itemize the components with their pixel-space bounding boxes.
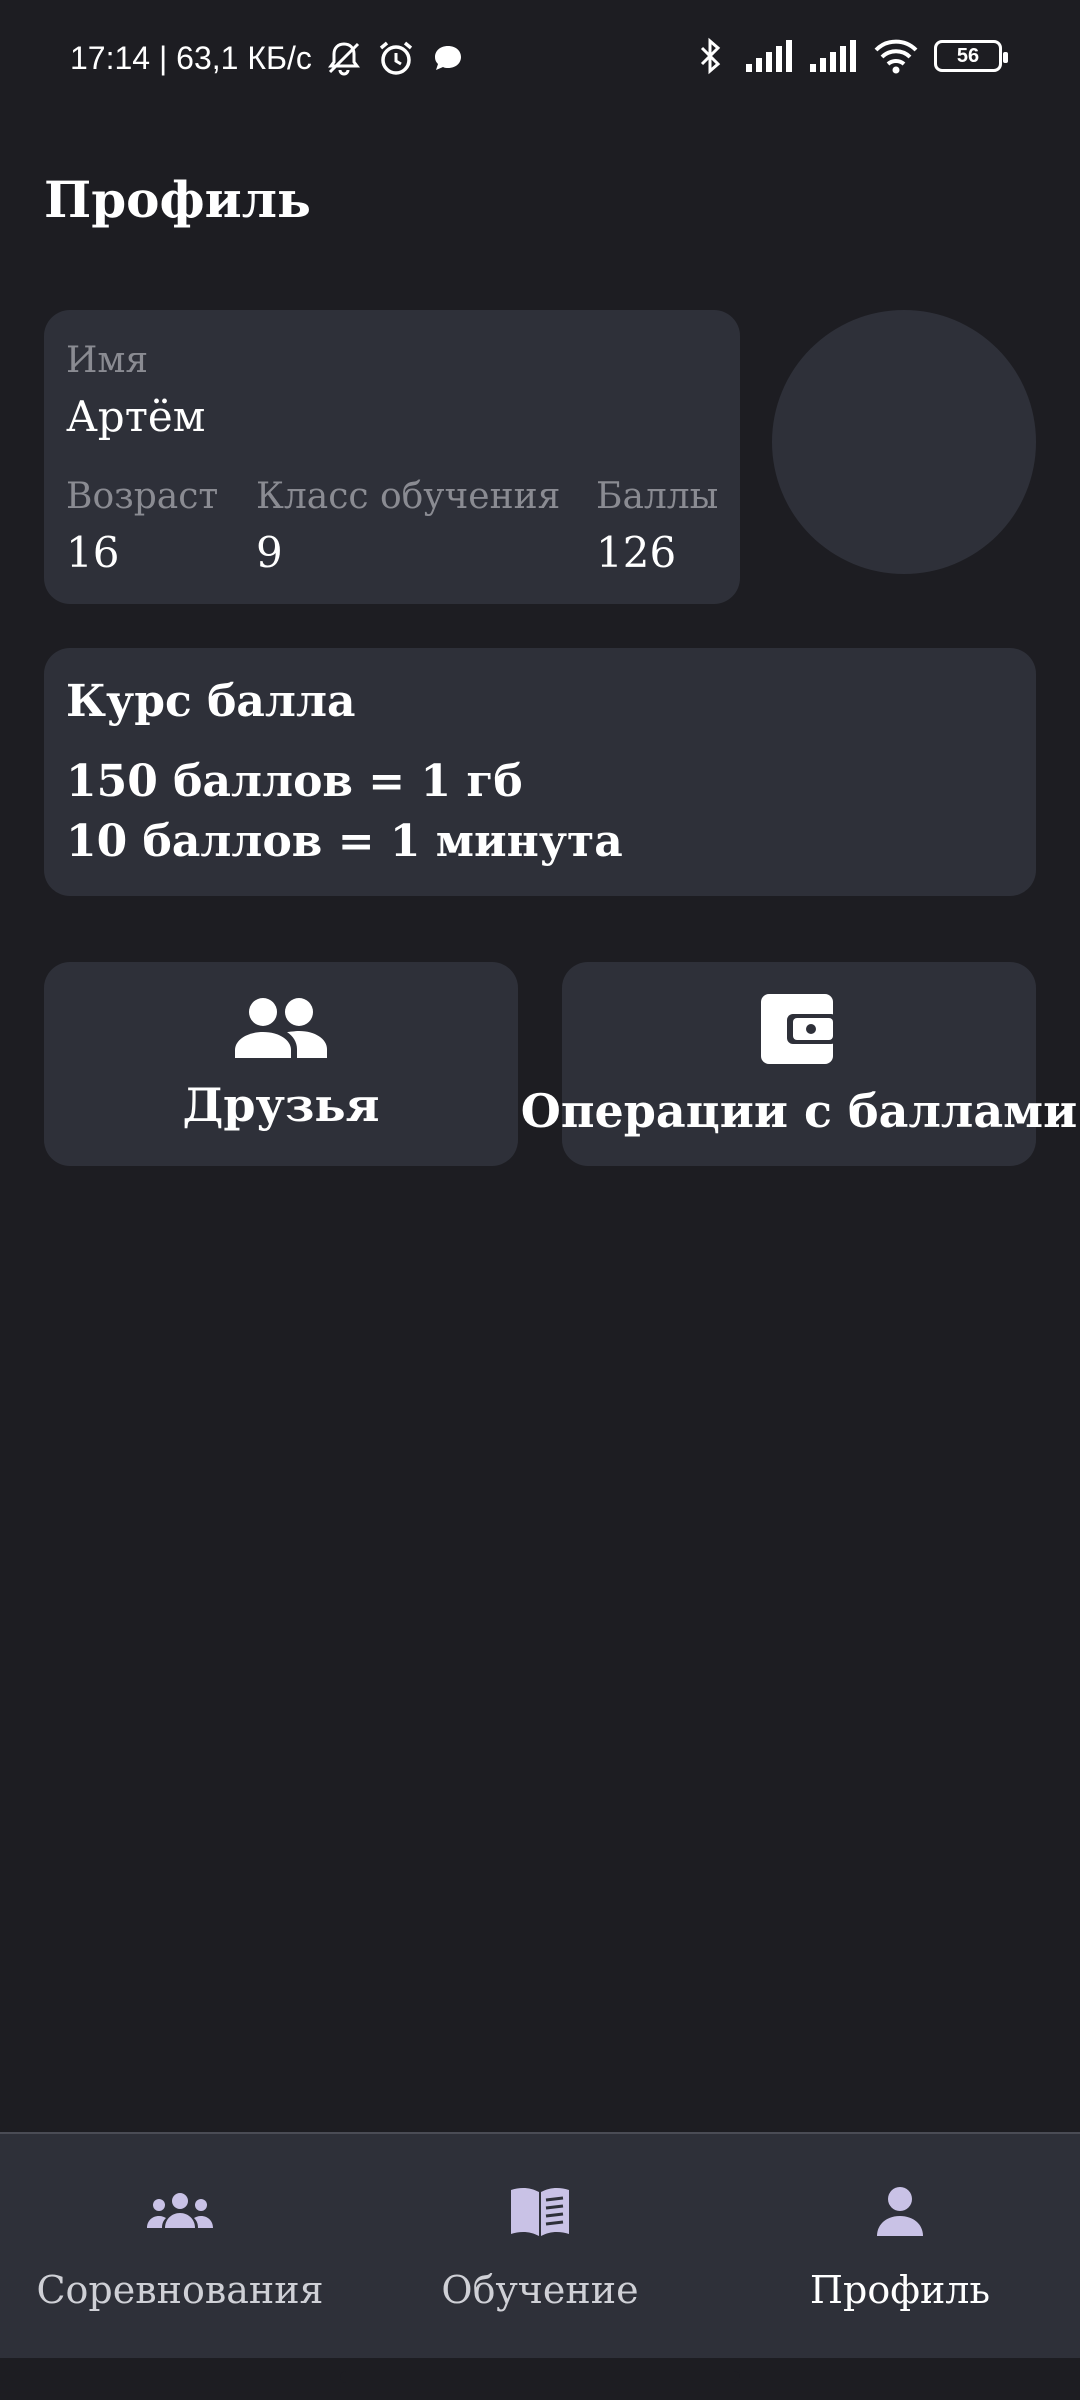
- nav-item-learning[interactable]: Обучение: [360, 2134, 720, 2360]
- person-icon: [864, 2182, 936, 2242]
- points-rate-card: Курс балла 150 баллов = 1 гб 10 баллов =…: [44, 648, 1036, 896]
- bottom-navigation: Соревнования Обучение Профиль: [0, 2132, 1080, 2358]
- class-label: Класс обучения: [256, 476, 561, 517]
- status-left: 17:14 | 63,1 КБ/с: [70, 38, 468, 78]
- status-bar: 17:14 | 63,1 КБ/с 56: [0, 0, 1080, 120]
- rate-line-minute: 10 баллов = 1 минута: [66, 816, 623, 867]
- avatar[interactable]: [772, 310, 1036, 574]
- friends-button[interactable]: Друзья: [44, 962, 518, 1166]
- mute-bell-icon: [324, 38, 364, 78]
- nav-label-learning: Обучение: [441, 2268, 639, 2312]
- group-icon: [144, 2182, 216, 2242]
- points-label: Баллы: [596, 476, 719, 517]
- points-operations-button[interactable]: Операции с баллами: [521, 962, 1077, 1166]
- chat-icon: [428, 38, 468, 78]
- page-title: Профиль: [44, 170, 311, 229]
- friends-label: Друзья: [182, 1078, 380, 1132]
- book-icon: [504, 2182, 576, 2242]
- nav-item-competitions[interactable]: Соревнования: [0, 2134, 360, 2360]
- operations-label: Операции с баллами: [520, 1084, 1078, 1138]
- bluetooth-icon: [690, 36, 730, 76]
- name-label: Имя: [66, 340, 149, 381]
- signal-icon: [808, 36, 858, 76]
- age-label: Возраст: [66, 476, 219, 517]
- age-value: 16: [66, 528, 120, 577]
- nav-label-competitions: Соревнования: [36, 2268, 324, 2312]
- profile-screen: 17:14 | 63,1 КБ/с 56 Профиль Имя Артём В…: [0, 0, 1080, 2400]
- nav-label-profile: Профиль: [809, 2268, 991, 2312]
- battery-level: 56: [956, 44, 980, 67]
- rate-title: Курс балла: [66, 676, 356, 727]
- class-value: 9: [256, 528, 283, 577]
- wifi-icon: [872, 36, 920, 76]
- profile-info-card: Имя Артём Возраст 16 Класс обучения 9 Ба…: [44, 310, 740, 604]
- status-right: 56: [690, 36, 1008, 76]
- battery-icon: 56: [934, 40, 1008, 72]
- home-indicator[interactable]: [340, 2371, 740, 2383]
- wallet-icon: [759, 990, 839, 1070]
- status-time-speed: 17:14 | 63,1 КБ/с: [70, 39, 312, 76]
- people-icon: [233, 996, 329, 1064]
- name-value: Артём: [66, 392, 206, 441]
- points-value: 126: [596, 528, 677, 577]
- nav-item-profile[interactable]: Профиль: [720, 2134, 1080, 2360]
- alarm-icon: [376, 38, 416, 78]
- signal-icon: [744, 36, 794, 76]
- rate-line-gb: 150 баллов = 1 гб: [66, 756, 523, 807]
